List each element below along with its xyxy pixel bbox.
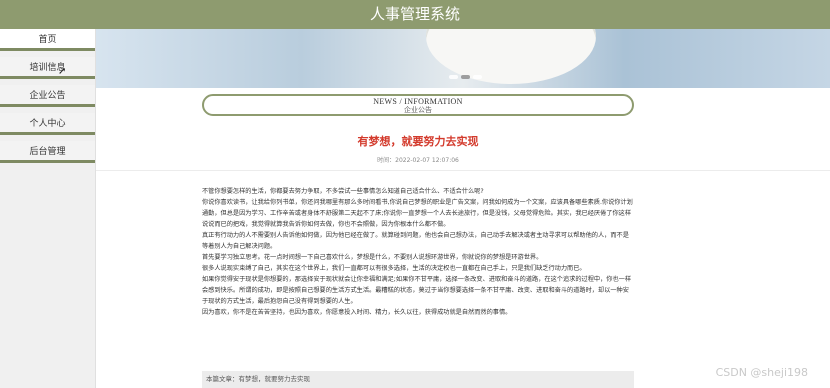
related-article-label: 本篇文章：有梦想，就要努力去实现 xyxy=(206,375,310,383)
article-paragraph: 很多人说现实束缚了自己，其实在这个世界上，我们一直都可以有很多选择，生活的决定权… xyxy=(202,265,586,272)
carousel-dot[interactable] xyxy=(473,75,482,79)
article-timestamp: 时间：2022-02-07 12:07:06 xyxy=(377,157,459,164)
app-header: 人事管理系统 xyxy=(0,0,830,29)
sidebar-item-profile[interactable]: 个人中心 xyxy=(0,113,95,135)
banner-carousel[interactable] xyxy=(96,29,830,88)
related-article-bar: 本篇文章：有梦想，就要努力去实现 xyxy=(202,371,634,388)
mouse-cursor-icon: ➚ xyxy=(58,66,67,77)
article-body: 不管你想要怎样的生活，你都要去努力争取，不多尝试一些事情怎么知道自己适合什么、不… xyxy=(202,186,634,318)
article-paragraph: 如果你觉得安于现状是你想要的，那选择安于现状就会让你幸福和满足;如果你不甘平庸，… xyxy=(202,276,632,305)
section-header: NEWS / INFORMATION 企业公告 xyxy=(202,94,634,116)
section-title-en: NEWS / INFORMATION xyxy=(373,97,463,106)
carousel-dot-active[interactable] xyxy=(461,75,470,79)
article-paragraph: 你说你喜欢读书，让我给你列书单，你还问我哪里有那么多时间看书,你说自己梦想的职业… xyxy=(202,199,633,228)
article-paragraph: 首先要学习独立思考。花一点时间想一下自己喜欢什么，梦想是什么，不要别人说想环游世… xyxy=(202,254,543,261)
article-title: 有梦想，就要努力去实现 xyxy=(357,135,479,148)
section-title-cn: 企业公告 xyxy=(404,106,432,114)
sidebar-item-home[interactable]: 首页 xyxy=(0,29,95,51)
article-paragraph: 不管你想要怎样的生活，你都要去努力争取，不多尝试一些事情怎么知道自己适合什么、不… xyxy=(202,188,484,195)
app-title: 人事管理系统 xyxy=(369,5,460,23)
sidebar-nav: 首页 培训信息 企业公告 个人中心 后台管理 xyxy=(0,29,96,388)
sidebar-item-training[interactable]: 培训信息 xyxy=(0,57,95,79)
divider xyxy=(96,170,830,171)
watermark: CSDN @sheji198 xyxy=(715,366,808,379)
carousel-dot[interactable] xyxy=(449,75,458,79)
sidebar-item-announcements[interactable]: 企业公告 xyxy=(0,85,95,107)
sidebar-item-admin[interactable]: 后台管理 xyxy=(0,141,95,163)
article-paragraph: 真正有行动力的人不需要别人告诉他如何做，因为他已经在做了。就算碰到问题，他也会自… xyxy=(202,232,629,250)
carousel-indicators xyxy=(449,75,482,79)
article-paragraph: 因为喜欢，你不是在苦苦坚持，也因为喜欢，你愿意投入时间、精力，长久以往，获得成功… xyxy=(202,309,512,316)
